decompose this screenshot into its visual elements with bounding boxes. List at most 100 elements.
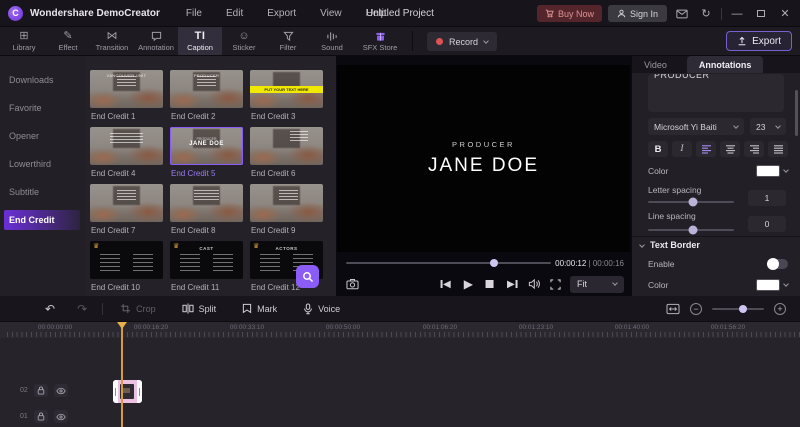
clip-trim-handle-right[interactable]: [137, 380, 142, 403]
sidebar-item-opener[interactable]: Opener: [0, 126, 86, 146]
toolbar-separator: [102, 302, 104, 315]
tab-annotation[interactable]: Annotation: [134, 27, 178, 55]
template-card-end-credit-8[interactable]: End Credit 8: [170, 184, 244, 241]
line-spacing-slider[interactable]: [648, 225, 734, 235]
tab-caption[interactable]: TI Caption: [178, 27, 222, 55]
border-color-picker[interactable]: [756, 279, 789, 291]
menu-file[interactable]: File: [174, 0, 214, 27]
template-card-end-credit-6[interactable]: End Credit 6: [250, 127, 324, 184]
align-left-button[interactable]: [696, 141, 716, 157]
text-border-section-header[interactable]: Text Border: [639, 240, 700, 250]
font-family-dropdown[interactable]: Microsoft Yi Baiti: [648, 118, 744, 135]
sidebar-item-favorite[interactable]: Favorite: [0, 98, 86, 118]
zoom-in-button[interactable]: +: [774, 302, 786, 315]
pro-crown-icon: ♛: [93, 243, 100, 250]
template-card-end-credit-9[interactable]: End Credit 9: [250, 184, 324, 241]
lock-track-button[interactable]: [33, 384, 48, 397]
split-button[interactable]: Split: [169, 303, 230, 314]
undo-button[interactable]: ↶: [34, 302, 66, 316]
video-canvas[interactable]: PRODUCER JANE DOE: [337, 65, 630, 252]
align-center-button[interactable]: [720, 141, 740, 157]
sidebar-item-downloads[interactable]: Downloads: [0, 70, 86, 90]
tab-video[interactable]: Video: [632, 56, 679, 73]
seek-bar[interactable]: [346, 259, 551, 267]
panel-scrollbar[interactable]: [795, 90, 798, 136]
record-button[interactable]: Record: [427, 32, 498, 51]
text-border-enable-toggle[interactable]: [767, 258, 788, 270]
next-frame-button[interactable]: ▶: [507, 279, 517, 290]
stop-button[interactable]: [485, 280, 494, 288]
sidebar-item-lowerthird[interactable]: Lowerthird: [0, 154, 86, 174]
fit-timeline-icon[interactable]: [666, 303, 680, 315]
ruler-label: 00:01:40:00: [614, 324, 650, 331]
lock-track-button[interactable]: [33, 410, 48, 423]
properties-tab-bar: Video Annotations: [632, 56, 800, 73]
fullscreen-icon[interactable]: [550, 278, 561, 290]
tab-transition[interactable]: ⋈ Transition: [90, 27, 134, 55]
letter-spacing-value[interactable]: 1: [748, 190, 786, 206]
playhead[interactable]: [117, 322, 127, 427]
minimize-button[interactable]: —: [728, 8, 746, 20]
cart-icon: [545, 9, 554, 18]
voice-button[interactable]: Voice: [290, 302, 353, 315]
border-color-label: Color: [648, 280, 669, 290]
caption-text-input[interactable]: PRODUCER: [648, 74, 784, 112]
template-card-end-credit-4[interactable]: End Credit 4: [90, 127, 164, 184]
maximize-button[interactable]: [752, 8, 770, 20]
ruler-label: 00:00:50:00: [325, 324, 361, 331]
caption-clip[interactable]: [113, 380, 142, 403]
template-card-end-credit-10[interactable]: ♛ End Credit 10: [90, 241, 164, 298]
color-swatch[interactable]: [756, 165, 780, 177]
template-card-end-credit-2[interactable]: PRODUCER End Credit 2: [170, 70, 244, 127]
tab-sticker[interactable]: ☺ Sticker: [222, 27, 266, 55]
font-size-dropdown[interactable]: 23: [750, 118, 786, 135]
template-card-end-credit-3[interactable]: PUT YOUR TEXT HERE End Credit 3: [250, 70, 324, 127]
buy-now-button[interactable]: Buy Now: [536, 5, 602, 22]
timeline-zoom-slider[interactable]: [712, 304, 764, 313]
play-button[interactable]: ▶: [464, 277, 473, 291]
template-card-end-credit-5[interactable]: PRODUCER JANE DOE End Credit 5: [170, 127, 244, 184]
tab-annotations[interactable]: Annotations: [686, 56, 764, 73]
menu-edit[interactable]: Edit: [214, 0, 255, 27]
line-spacing-value[interactable]: 0: [748, 216, 786, 232]
clip-trim-handle-left[interactable]: [113, 380, 118, 403]
eye-icon: [56, 387, 66, 395]
align-justify-button[interactable]: [768, 141, 788, 157]
mark-button[interactable]: Mark: [229, 303, 290, 314]
letter-spacing-slider[interactable]: [648, 197, 734, 207]
tab-filter[interactable]: Filter: [266, 27, 310, 55]
sync-icon[interactable]: ↻: [697, 7, 715, 20]
fit-dropdown[interactable]: Fit: [570, 275, 624, 293]
tab-library[interactable]: ⊞ Library: [2, 27, 46, 55]
previous-frame-button[interactable]: ◀: [441, 279, 451, 290]
seek-thumb[interactable]: [489, 259, 498, 267]
tab-sfx-store[interactable]: SFX Store: [354, 27, 406, 55]
color-swatch[interactable]: [756, 279, 780, 291]
italic-button[interactable]: I: [672, 141, 692, 157]
sidebar-item-subtitle[interactable]: Subtitle: [0, 182, 86, 202]
tab-sound[interactable]: Sound: [310, 27, 354, 55]
crop-button[interactable]: Crop: [107, 303, 169, 314]
export-button[interactable]: Export: [726, 31, 792, 51]
align-right-button[interactable]: [744, 141, 764, 157]
caption-icon: TI: [194, 29, 206, 42]
tab-effect[interactable]: ✎ Effect: [46, 27, 90, 55]
template-card-end-credit-7[interactable]: End Credit 7: [90, 184, 164, 241]
menu-view[interactable]: View: [308, 0, 354, 27]
sidebar-item-end-credit[interactable]: End Credit: [4, 210, 80, 230]
zoom-out-button[interactable]: −: [690, 302, 702, 315]
menu-export[interactable]: Export: [255, 0, 308, 27]
feedback-mail-icon[interactable]: [673, 9, 691, 19]
volume-icon[interactable]: [528, 278, 541, 290]
toggle-visibility-button[interactable]: [53, 384, 68, 397]
text-color-picker[interactable]: [756, 165, 789, 177]
close-button[interactable]: ✕: [776, 7, 794, 20]
template-card-end-credit-1[interactable]: VANCOUVER UNIT End Credit 1: [90, 70, 164, 127]
search-button[interactable]: [296, 265, 319, 288]
sign-in-button[interactable]: Sign In: [607, 5, 667, 22]
redo-button[interactable]: ↷: [66, 302, 98, 316]
bold-button[interactable]: B: [648, 141, 668, 157]
snapshot-camera-button[interactable]: [346, 278, 359, 290]
template-card-end-credit-11[interactable]: ♛ CAST End Credit 11: [170, 241, 244, 298]
toggle-visibility-button[interactable]: [53, 410, 68, 423]
